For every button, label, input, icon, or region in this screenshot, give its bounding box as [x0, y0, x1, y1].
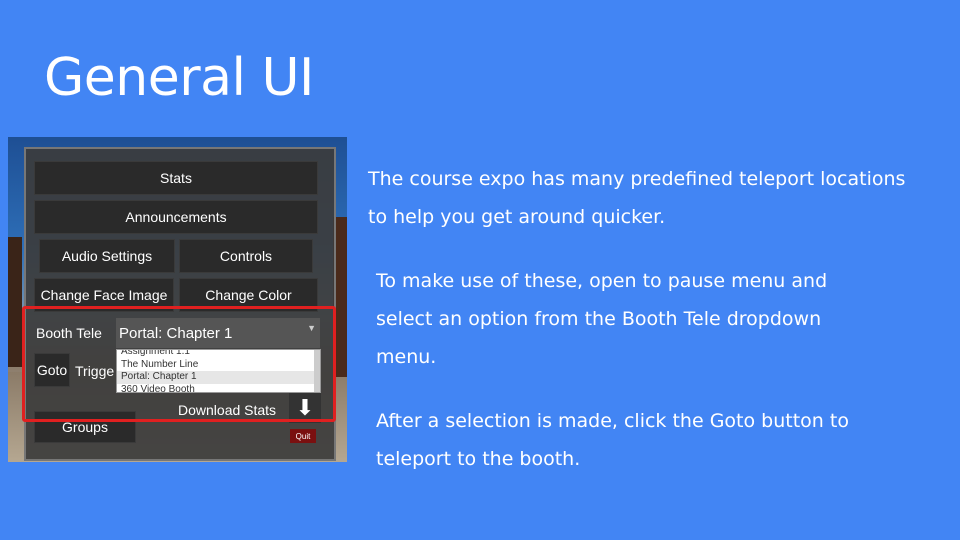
highlight-box — [22, 306, 336, 422]
slide-title: General UI — [44, 48, 314, 108]
paragraph-goto: After a selection is made, click the Got… — [376, 410, 849, 470]
announcements-button[interactable]: Announcements — [34, 200, 318, 234]
stats-button[interactable]: Stats — [34, 161, 318, 195]
scene-wall-left — [8, 237, 22, 367]
paragraph-instructions: To make use of these, open to pause menu… — [376, 270, 828, 368]
audio-settings-button[interactable]: Audio Settings — [39, 239, 175, 273]
paragraph-intro: The course expo has many predefined tele… — [368, 168, 906, 228]
controls-button[interactable]: Controls — [179, 239, 313, 273]
quit-button[interactable]: Quit — [290, 429, 316, 443]
